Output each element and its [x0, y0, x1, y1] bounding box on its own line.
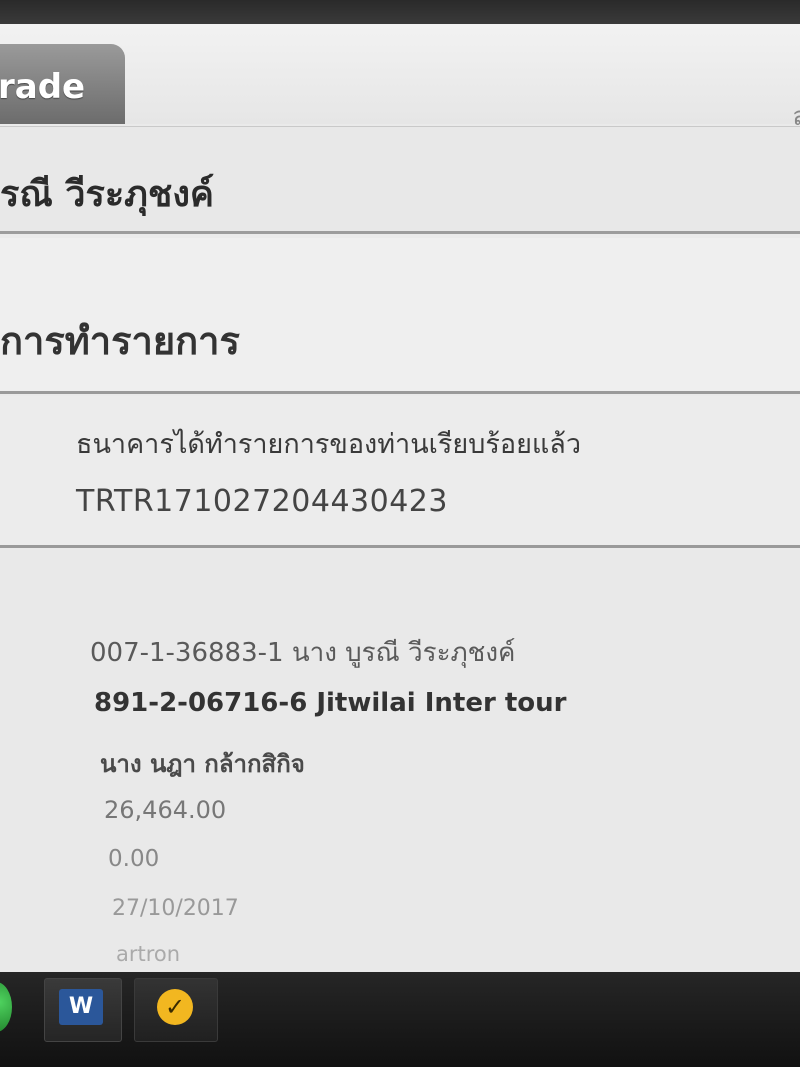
transfer-date: 27/10/2017: [112, 896, 239, 921]
screen: rade ล รณี วีระภุชงค์ การทำรายการ ธนาคาร…: [0, 0, 800, 1067]
to-account: 891-2-06716-6 Jitwilai Inter tour: [94, 688, 567, 718]
transfer-memo: artron: [116, 942, 181, 966]
recipient-name: นาง นฎา กล้ากสิกิจ: [100, 750, 305, 778]
transaction-details: 007-1-36883-1 นาง บูรณี วีระภุชงค์ 891-2…: [0, 550, 800, 970]
norton-check-icon: ✓: [157, 989, 193, 1025]
window-top-bar: [0, 0, 800, 24]
transfer-amount: 26,464.00: [104, 796, 227, 824]
from-account: 007-1-36883-1 นาง บูรณี วีระภุชงค์: [90, 638, 516, 668]
tab-trade[interactable]: rade: [0, 44, 125, 124]
word-icon: W: [59, 989, 103, 1025]
section-header: การทำรายการ: [0, 238, 800, 394]
reference-number: TRTR171027204430423: [76, 484, 448, 519]
success-message: ธนาคารได้ทำรายการของท่านเรียบร้อยแล้ว: [76, 429, 581, 460]
start-button-icon[interactable]: [0, 982, 12, 1032]
taskbar-word[interactable]: W: [44, 978, 122, 1042]
section-title: การทำรายการ: [0, 319, 240, 363]
transaction-result: ธนาคารได้ทำรายการของท่านเรียบร้อยแล้ว TR…: [0, 396, 800, 548]
account-holder-header: รณี วีระภุชงค์: [0, 126, 800, 234]
transfer-fee: 0.00: [108, 846, 160, 872]
taskbar: W ✓: [0, 972, 800, 1067]
tab-bar: rade ล: [0, 24, 800, 132]
account-holder-name: รณี วีระภุชงค์: [0, 174, 214, 215]
taskbar-norton[interactable]: ✓: [134, 978, 218, 1042]
